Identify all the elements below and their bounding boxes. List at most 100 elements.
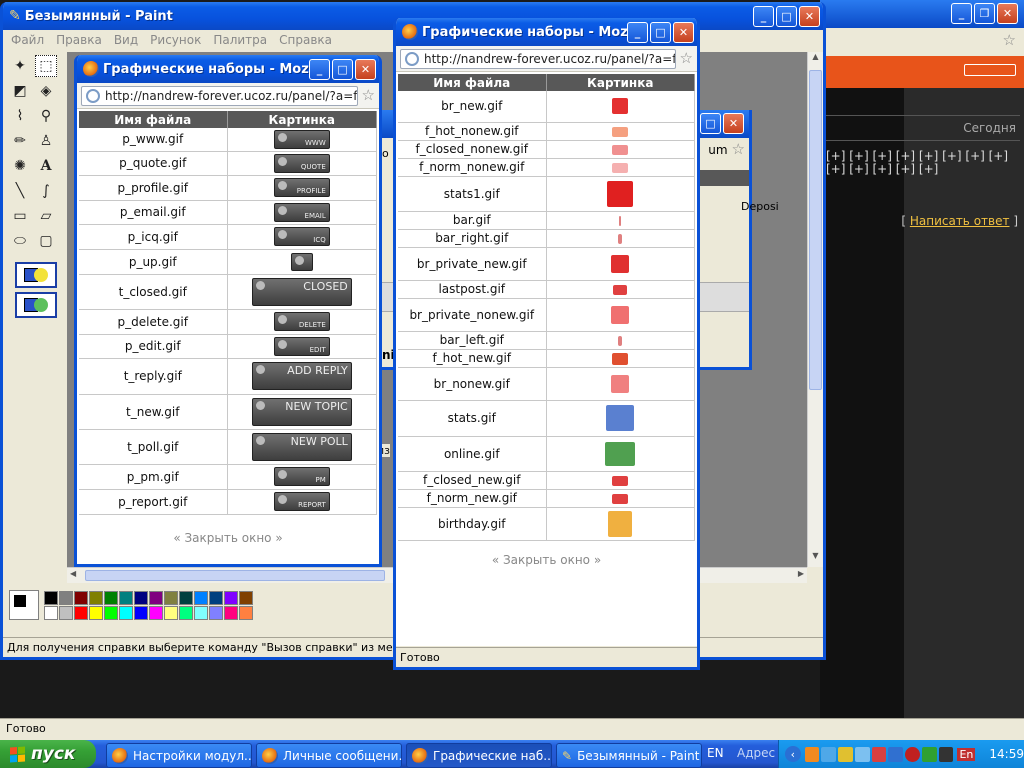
taskbar-item-paint[interactable]: ✎ Безымянный - Paint — [556, 743, 702, 768]
palette-swatch[interactable] — [119, 591, 133, 605]
brush-icon[interactable]: ♙ — [35, 130, 57, 152]
eraser-icon[interactable]: ◩ — [9, 80, 31, 102]
palette-swatch[interactable] — [164, 606, 178, 620]
minimize-button[interactable]: _ — [309, 58, 330, 80]
palette-swatch[interactable] — [194, 606, 208, 620]
palette-swatch[interactable] — [89, 591, 103, 605]
maximize-button[interactable]: □ — [700, 113, 721, 134]
maximize-button[interactable]: □ — [332, 58, 353, 80]
palette-swatch[interactable] — [224, 591, 238, 605]
taskbar-item-graphic-sets[interactable]: Графические наб... — [406, 743, 552, 768]
tray-shield-icon[interactable] — [905, 746, 920, 762]
write-reply-link[interactable]: Написать ответ — [910, 214, 1010, 228]
bookmark-star-icon[interactable]: ☆ — [362, 88, 375, 103]
palette-swatch[interactable] — [179, 606, 193, 620]
transparency-opaque-icon[interactable] — [15, 262, 57, 288]
palette-swatch[interactable] — [149, 591, 163, 605]
paint-menu-item[interactable]: Палитра — [213, 33, 267, 47]
palette-swatch[interactable] — [224, 606, 238, 620]
paint-menu-item[interactable]: Рисунок — [150, 33, 201, 47]
close-button[interactable]: ✕ — [723, 113, 744, 134]
tray-display-icon[interactable] — [854, 746, 870, 762]
palette-swatch[interactable] — [104, 606, 118, 620]
free-select-icon[interactable]: ✦ — [9, 55, 31, 77]
url-field[interactable]: http://nandrew-forever.ucoz.ru/panel/?a=… — [81, 85, 358, 106]
tray-app-icon[interactable] — [804, 746, 820, 762]
palette-swatch[interactable] — [134, 591, 148, 605]
rect-select-icon[interactable]: ⬚ — [35, 55, 57, 77]
fill-icon[interactable]: ◈ — [35, 80, 57, 102]
tray-arrow-icon[interactable]: ‹ — [785, 746, 801, 762]
close-window-link[interactable]: « Закрыть окно » — [173, 531, 282, 545]
bookmark-star-icon[interactable]: ☆ — [732, 142, 745, 157]
minimize-button[interactable]: _ — [951, 3, 972, 24]
minimize-button[interactable]: _ — [627, 21, 648, 43]
close-button[interactable]: ✕ — [673, 21, 694, 43]
taskbar-item-private-messages[interactable]: Личные сообщени... — [256, 743, 402, 768]
palette-swatch[interactable] — [89, 606, 103, 620]
restore-button[interactable]: ❐ — [974, 3, 995, 24]
tray-terminal-icon[interactable] — [938, 746, 954, 762]
bookmark-star-icon[interactable]: ☆ — [1003, 33, 1016, 48]
current-colors[interactable] — [9, 590, 39, 620]
paint-menu-item[interactable]: Правка — [56, 33, 102, 47]
rounded-rect-icon[interactable]: ▢ — [35, 230, 57, 252]
rectangle-icon[interactable]: ▭ — [9, 205, 31, 227]
file-name-cell: lastpost.gif — [398, 280, 547, 299]
palette-swatch[interactable] — [194, 591, 208, 605]
close-button[interactable]: ✕ — [799, 5, 820, 27]
start-button[interactable]: пуск — [0, 740, 96, 768]
language-badge[interactable]: En — [957, 747, 976, 761]
palette-swatch[interactable] — [59, 606, 73, 620]
bookmark-star-icon[interactable]: ☆ — [680, 51, 693, 66]
palette-swatch[interactable] — [134, 606, 148, 620]
text-icon[interactable]: A — [35, 155, 57, 177]
airbrush-icon[interactable]: ✺ — [9, 155, 31, 177]
color-picker-icon[interactable]: ⌇ — [9, 105, 31, 127]
file-name-cell: stats.gif — [398, 400, 547, 437]
curve-icon[interactable]: ∫ — [35, 180, 57, 202]
palette-swatch[interactable] — [59, 591, 73, 605]
palette-swatch[interactable] — [44, 606, 58, 620]
paint-menu-item[interactable]: Вид — [114, 33, 138, 47]
ellipse-icon[interactable]: ⬭ — [9, 230, 31, 252]
tray-security-icon[interactable] — [838, 746, 853, 762]
vertical-scrollbar[interactable]: ▲ ▼ — [807, 52, 823, 567]
palette-swatch[interactable] — [74, 606, 88, 620]
palette-swatch[interactable] — [149, 606, 163, 620]
pencil-icon[interactable]: ✏ — [9, 130, 31, 152]
taskbar-item-module-settings[interactable]: Настройки модул... — [106, 743, 252, 768]
close-window-link[interactable]: « Закрыть окно » — [492, 553, 601, 567]
transparency-clear-icon[interactable] — [15, 292, 57, 318]
maximize-button[interactable]: □ — [776, 5, 797, 27]
palette-swatch[interactable] — [239, 606, 253, 620]
maximize-button[interactable]: □ — [650, 21, 671, 43]
palette-swatch[interactable] — [74, 591, 88, 605]
language-indicator[interactable]: EN — [707, 746, 724, 760]
tray-keyboard-icon[interactable] — [921, 746, 937, 762]
paint-menu-item[interactable]: Справка — [279, 33, 332, 47]
paint-menu-item[interactable]: Файл — [11, 33, 44, 47]
close-button[interactable]: ✕ — [355, 58, 376, 80]
polygon-icon[interactable]: ▱ — [35, 205, 57, 227]
palette-swatch[interactable] — [209, 606, 223, 620]
palette-swatch[interactable] — [119, 606, 133, 620]
palette-swatch[interactable] — [44, 591, 58, 605]
close-button[interactable]: ✕ — [997, 3, 1018, 24]
table-row: br_private_new.gif — [398, 247, 695, 281]
line-icon[interactable]: ╲ — [9, 180, 31, 202]
palette-swatch[interactable] — [104, 591, 118, 605]
tray-monitor-icon[interactable] — [888, 746, 904, 762]
palette-swatch[interactable] — [209, 591, 223, 605]
minimize-button[interactable]: _ — [753, 5, 774, 27]
url-field[interactable]: http://nandrew-forever.ucoz.ru/panel/?a=… — [400, 48, 676, 69]
palette-swatch[interactable] — [239, 591, 253, 605]
file-name-cell: br_nonew.gif — [398, 367, 547, 401]
plus-row-2[interactable]: [+] [+] [+] [+] [+] — [826, 162, 938, 176]
palette-swatch[interactable] — [164, 591, 178, 605]
tray-antivirus-icon[interactable] — [871, 746, 887, 762]
palette-swatch[interactable] — [179, 591, 193, 605]
tray-network-icon[interactable] — [821, 746, 837, 762]
magnifier-icon[interactable]: ⚲ — [35, 105, 57, 127]
plus-row-1[interactable]: [+] [+] [+] [+] [+] [+] [+] [+] — [826, 149, 1008, 163]
